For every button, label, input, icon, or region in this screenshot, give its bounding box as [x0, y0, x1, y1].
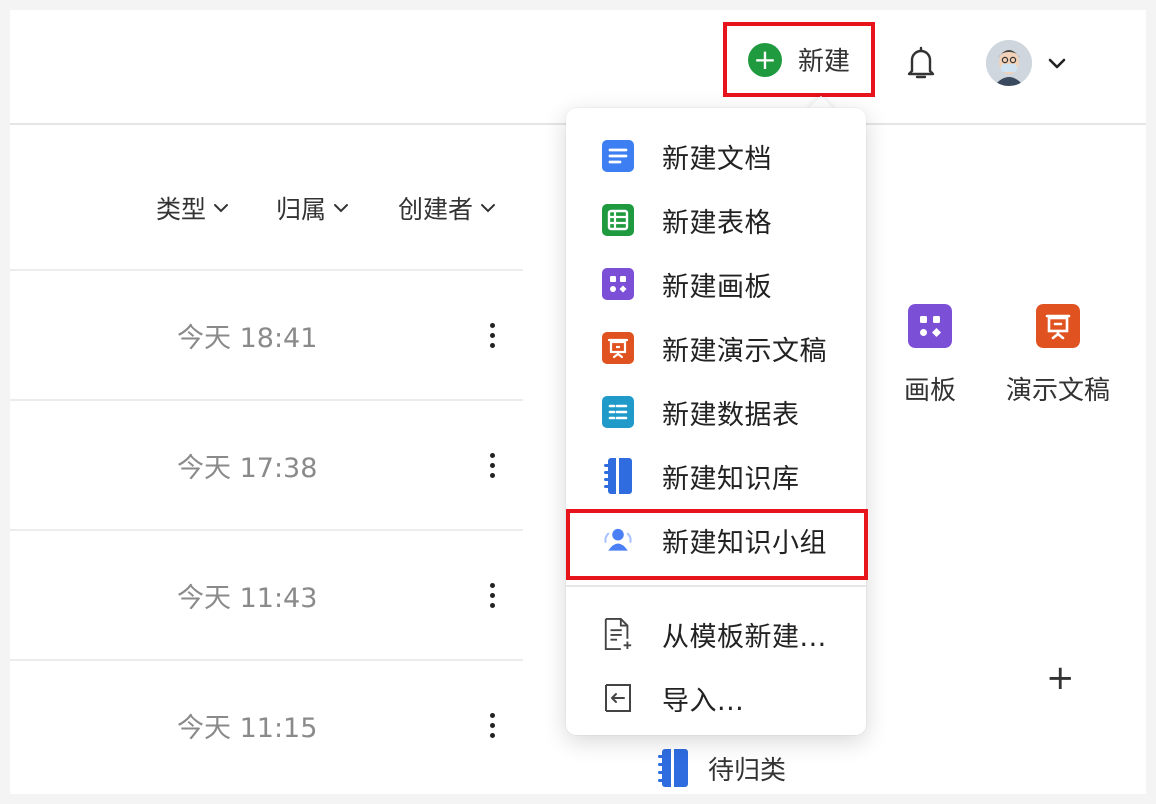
- menu-item-label: 新建表格: [662, 207, 772, 239]
- filter-owner[interactable]: 归属: [276, 190, 350, 226]
- menu-item-label: 新建文档: [662, 143, 772, 175]
- filter-creator[interactable]: 创建者: [398, 190, 497, 226]
- more-options-icon[interactable]: [478, 705, 506, 745]
- new-button[interactable]: + 新建: [723, 22, 875, 97]
- whiteboard-icon: [602, 268, 634, 300]
- avatar[interactable]: [986, 40, 1032, 86]
- menu-item-label: 从模板新建...: [662, 621, 827, 653]
- import-icon: [602, 682, 634, 714]
- menu-item-label: 新建演示文稿: [662, 335, 827, 367]
- whiteboard-icon: [908, 304, 952, 348]
- menu-item-label: 新建数据表: [662, 399, 800, 431]
- presentation-icon: [1036, 304, 1080, 348]
- row-time: 今天 17:38: [177, 453, 318, 484]
- menu-item-new-datatable[interactable]: 新建数据表: [566, 384, 866, 440]
- plus-circle-icon: +: [747, 42, 782, 77]
- menu-item-new-doc[interactable]: 新建文档: [566, 128, 866, 184]
- row-time: 今天 18:41: [177, 323, 318, 354]
- add-icon[interactable]: +: [1046, 658, 1075, 698]
- sheet-icon: [602, 204, 634, 236]
- row-divider: [10, 659, 523, 661]
- menu-divider: [566, 585, 866, 587]
- menu-item-label: 新建画板: [662, 271, 772, 303]
- menu-item-from-template[interactable]: 从模板新建...: [566, 606, 866, 662]
- filter-creator-label: 创建者: [398, 195, 474, 224]
- template-icon: [602, 618, 634, 650]
- bell-icon[interactable]: [903, 43, 939, 87]
- row-divider: [10, 399, 523, 401]
- presentation-icon: [602, 332, 634, 364]
- row-time: 今天 11:43: [177, 583, 318, 614]
- type-tile-label: 演示文稿: [1006, 376, 1111, 406]
- uncategorized-label: 待归类: [708, 755, 787, 786]
- menu-item-new-presentation[interactable]: 新建演示文稿: [566, 320, 866, 376]
- knowledge-base-icon: [602, 458, 634, 494]
- workspace-window: + 新建 类型 归属 创建者 今天 18:41 今天 17:38 今天 11:4…: [10, 10, 1146, 794]
- knowledge-base-icon: [658, 749, 688, 787]
- filter-owner-label: 归属: [276, 195, 327, 224]
- menu-item-new-whiteboard[interactable]: 新建画板: [566, 256, 866, 312]
- new-button-label: 新建: [797, 47, 850, 77]
- uncategorized-item[interactable]: 待归类: [656, 747, 786, 789]
- type-tile-presentation[interactable]: 演示文稿: [1006, 304, 1110, 407]
- new-dropdown-menu: 新建文档 新建表格 新建画板 新建演示文稿 新建数据表 新建知识库 新建知识小组…: [566, 108, 866, 735]
- menu-item-import[interactable]: 导入...: [566, 670, 866, 726]
- menu-item-new-knowledge-base[interactable]: 新建知识库: [566, 448, 866, 504]
- menu-item-label: 导入...: [662, 685, 745, 717]
- row-divider: [10, 529, 523, 531]
- menu-item-new-sheet[interactable]: 新建表格: [566, 192, 866, 248]
- doc-icon: [602, 140, 634, 172]
- menu-item-label: 新建知识库: [662, 463, 800, 495]
- row-time: 今天 11:15: [177, 713, 318, 744]
- type-tile-whiteboard[interactable]: 画板: [904, 304, 956, 407]
- filter-type-label: 类型: [156, 195, 207, 224]
- chevron-down-icon: [214, 204, 229, 213]
- filter-type[interactable]: 类型: [156, 190, 230, 226]
- type-tile-label: 画板: [904, 376, 957, 406]
- chevron-down-icon: [334, 204, 349, 213]
- more-options-icon[interactable]: [478, 575, 506, 615]
- highlight-box: [566, 509, 868, 580]
- chevron-down-icon: [481, 204, 496, 213]
- more-options-icon[interactable]: [478, 315, 506, 355]
- row-divider: [10, 269, 523, 271]
- datatable-icon: [602, 396, 634, 428]
- more-options-icon[interactable]: [478, 445, 506, 485]
- chevron-down-icon[interactable]: [1046, 52, 1068, 78]
